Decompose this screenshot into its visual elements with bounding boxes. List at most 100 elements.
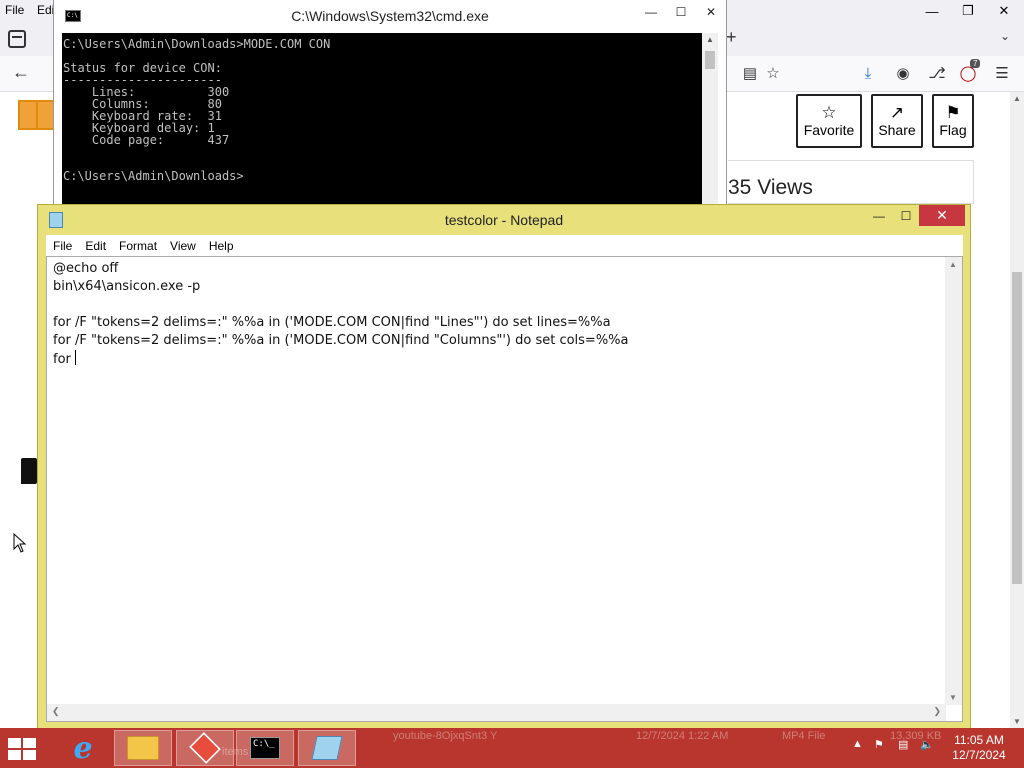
- notepad-window: testcolor - Notepad — ☐ ✕ File Edit Form…: [37, 204, 971, 731]
- menu-file[interactable]: File: [46, 239, 78, 253]
- taskbar-explorer[interactable]: [114, 730, 172, 766]
- close-button[interactable]: ✕: [919, 205, 965, 226]
- app-icon: [189, 732, 221, 764]
- scroll-right-icon[interactable]: ❯: [933, 706, 941, 717]
- scroll-up-icon[interactable]: ▲: [706, 35, 714, 44]
- menu-help[interactable]: Help: [202, 239, 240, 253]
- notepad-title: testcolor - Notepad: [444, 212, 564, 228]
- flag-button[interactable]: ⚑ Flag: [932, 94, 974, 148]
- ghost-file-date: 12/7/2024 1:22 AM: [636, 730, 729, 742]
- editor-horizontal-scrollbar[interactable]: ❮ ❯: [47, 704, 946, 721]
- console-line: Code page: 437: [63, 133, 230, 147]
- minimize-icon[interactable]: —: [865, 205, 893, 226]
- editor-line: bin\x64\ansicon.exe -p: [53, 278, 943, 296]
- action-center-flag-icon[interactable]: ⚑: [874, 738, 884, 751]
- clock-date: 12/7/2024: [952, 748, 1006, 762]
- cmd-icon: C:\_: [250, 737, 280, 759]
- notepad-editor[interactable]: @echo off bin\x64\ansicon.exe -p for /F "t…: [46, 256, 963, 722]
- share-label: Share: [878, 122, 916, 138]
- cmd-titlebar[interactable]: C:\ C:\Windows\System32\cmd.exe — ☐ ✕: [54, 0, 726, 33]
- ghost-file-type: MP4 File: [782, 730, 826, 742]
- maximize-icon[interactable]: ☐: [666, 0, 696, 24]
- start-button[interactable]: [8, 738, 38, 760]
- maximize-icon[interactable]: ☐: [893, 205, 919, 226]
- editor-line-text: for /F "tokens=2 delims=:" %%a in ('MODE…: [53, 333, 629, 348]
- editor-line-text: @echo off: [53, 261, 119, 276]
- extension-badge: 7: [970, 59, 981, 68]
- editor-line-text: bin\x64\ansicon.exe -p: [53, 279, 201, 294]
- taskbar-ie[interactable]: e: [54, 730, 112, 766]
- taskbar-clock[interactable]: 11:05 AM 12/7/2024: [948, 733, 1010, 763]
- flag-label: Flag: [939, 122, 967, 138]
- editor-vertical-scrollbar[interactable]: ▲ ▼: [945, 257, 962, 705]
- notepad-titlebar[interactable]: testcolor - Notepad — ☐ ✕: [38, 205, 970, 235]
- browser-window-controls: — ❐ ✕: [914, 0, 1024, 22]
- folder-icon: [127, 736, 159, 760]
- cmd-window-controls: — ☐ ✕: [636, 0, 726, 24]
- extensions-icon[interactable]: ⎇: [927, 63, 947, 83]
- chat-bubble-icon[interactable]: [21, 458, 37, 484]
- favorite-button[interactable]: ☆ Favorite: [796, 94, 862, 148]
- new-tab-button[interactable]: +: [726, 27, 737, 48]
- scroll-down-icon[interactable]: ▼: [1013, 717, 1021, 726]
- share-icon: ↗: [889, 103, 905, 122]
- minimize-icon[interactable]: —: [914, 0, 950, 22]
- volume-icon[interactable]: 🔈: [920, 738, 934, 751]
- mouse-cursor-icon: [13, 533, 27, 553]
- cmd-scrollbar[interactable]: ▲: [702, 33, 718, 210]
- tray-expand-icon[interactable]: ▲: [852, 738, 863, 750]
- scroll-up-icon[interactable]: ▲: [1013, 94, 1021, 103]
- scroll-down-icon[interactable]: ▼: [949, 693, 957, 702]
- browser-menu-edit[interactable]: Edi: [37, 3, 54, 17]
- browser-scrollbar[interactable]: ▲ ▼: [1010, 92, 1024, 728]
- taskbar-notepad[interactable]: [298, 730, 356, 766]
- chevron-down-icon[interactable]: ⌄: [1000, 29, 1010, 43]
- browser-menu-file[interactable]: File: [5, 3, 24, 17]
- restore-icon[interactable]: ❐: [950, 0, 986, 22]
- hamburger-menu-icon[interactable]: ☰: [992, 63, 1012, 83]
- menu-format[interactable]: Format: [112, 239, 163, 253]
- close-icon[interactable]: ✕: [696, 0, 726, 24]
- reader-view-icon[interactable]: ▤: [740, 63, 760, 83]
- bookmark-star-icon[interactable]: ☆: [763, 63, 783, 83]
- flag-icon: ⚑: [945, 103, 961, 122]
- ghost-items-text: items: [222, 746, 249, 758]
- account-icon[interactable]: ◉: [893, 63, 913, 83]
- scrollbar-thumb[interactable]: [1012, 272, 1022, 584]
- editor-line: for /F "tokens=2 delims=:" %%a in ('MODE…: [53, 332, 943, 350]
- cmd-console[interactable]: C:\Users\Admin\Downloads>MODE.COM CON Sta…: [62, 33, 702, 210]
- taskbar: e C:\_: [0, 728, 1024, 768]
- windows-logo-pane: [8, 750, 21, 760]
- scroll-up-icon[interactable]: ▲: [949, 260, 957, 269]
- console-line: C:\Users\Admin\Downloads>MODE.COM CON: [63, 37, 331, 51]
- back-arrow-icon[interactable]: ←: [12, 62, 30, 83]
- editor-line-text: for /F "tokens=2 delims=:" %%a in ('MODE…: [53, 315, 611, 330]
- network-icon[interactable]: ▤: [898, 738, 908, 751]
- favorite-label: Favorite: [803, 122, 855, 138]
- menu-view[interactable]: View: [163, 239, 202, 253]
- editor-text-area[interactable]: @echo off bin\x64\ansicon.exe -p for /F "t…: [53, 260, 943, 700]
- menu-edit[interactable]: Edit: [78, 239, 112, 253]
- notepad-window-controls: — ☐ ✕: [865, 205, 965, 226]
- share-button[interactable]: ↗ Share: [871, 94, 923, 148]
- minimize-icon[interactable]: —: [636, 0, 666, 24]
- cmd-title: C:\Windows\System32\cmd.exe: [291, 8, 489, 24]
- star-icon: ☆: [821, 103, 837, 122]
- clock-time: 11:05 AM: [954, 733, 1004, 747]
- editor-line: @echo off: [53, 260, 943, 278]
- book-icon: [18, 98, 56, 130]
- tab-overview-icon[interactable]: [8, 30, 26, 48]
- download-icon[interactable]: ⤓: [858, 63, 878, 83]
- scrollbar-thumb[interactable]: [705, 51, 715, 69]
- editor-line: for /F "tokens=2 delims=:" %%a in ('MODE…: [53, 314, 943, 332]
- internet-explorer-icon: e: [73, 730, 93, 766]
- text-caret: [75, 350, 77, 365]
- notepad-menubar: File Edit Format View Help: [46, 235, 963, 256]
- windows-logo-icon: [8, 738, 21, 748]
- ghost-file-name: youtube-8OjxqSnt3 Y: [393, 730, 498, 742]
- close-icon[interactable]: ✕: [986, 0, 1022, 22]
- scroll-left-icon[interactable]: ❮: [52, 706, 60, 717]
- editor-line-text: for: [53, 352, 76, 367]
